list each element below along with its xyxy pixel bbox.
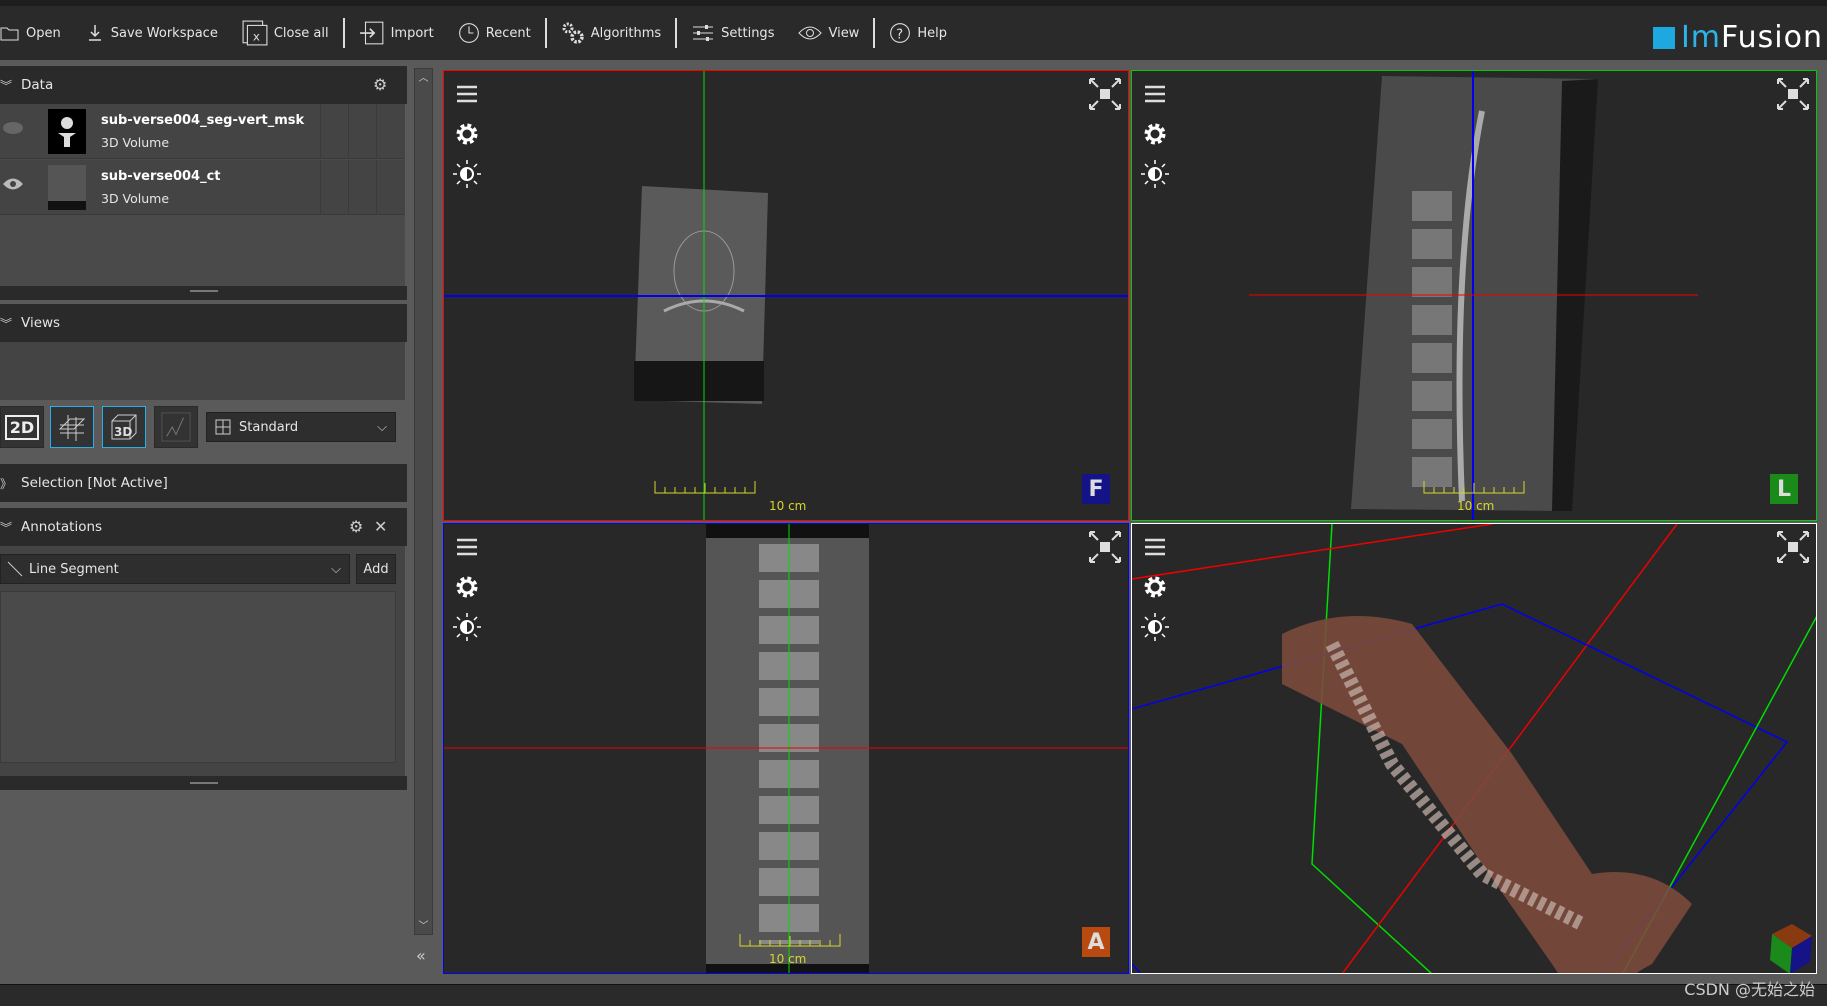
gear-icon[interactable] (452, 572, 482, 602)
separator (675, 18, 678, 48)
thumbnail (48, 165, 86, 210)
left-panel-scrollbar[interactable]: ︿ ﹀ (414, 68, 433, 935)
maximize-icon[interactable] (1088, 77, 1122, 111)
views-panel-header[interactable]: ︾ Views (0, 304, 407, 342)
import-icon (359, 21, 383, 45)
data-item[interactable]: sub-verse004_seg-vert_msk 3D Volume (0, 104, 405, 159)
thumbnail (48, 109, 86, 154)
viewport-3d[interactable] (1131, 523, 1817, 974)
svg-text:x: x (253, 30, 260, 44)
orientation-cube[interactable] (1758, 907, 1808, 967)
orientation-badge: L (1770, 474, 1798, 504)
imfusion-logo: ImFusion (1652, 20, 1823, 55)
maximize-icon[interactable] (1776, 530, 1810, 564)
separator (544, 18, 547, 48)
line-segment-icon (7, 561, 23, 577)
selection-panel-header[interactable]: 》 Selection [Not Active] (0, 464, 407, 502)
viewport-axial[interactable]: 10 cm F (443, 70, 1129, 521)
gear-icon[interactable] (1140, 572, 1170, 602)
brightness-contrast-icon[interactable] (452, 159, 482, 189)
menu-icon[interactable] (1140, 532, 1170, 562)
maximize-icon[interactable] (1088, 530, 1122, 564)
folder-icon (0, 27, 19, 41)
splitter[interactable] (0, 286, 407, 300)
menu-icon[interactable] (452, 79, 482, 109)
save-workspace-button[interactable]: Save Workspace (73, 13, 230, 53)
axial-image (444, 71, 1128, 520)
close-all-button[interactable]: x Close all (230, 13, 341, 53)
annotation-tool-dropdown[interactable]: Line Segment ⌵ (0, 554, 350, 584)
eye-hidden-icon[interactable] (2, 121, 24, 135)
gears-icon (562, 22, 584, 44)
scale-bar-label: 10 cm (769, 499, 807, 513)
collapse-panel-button[interactable]: « (416, 946, 426, 965)
sliders-icon (693, 25, 714, 41)
close-all-icon: x (242, 20, 268, 46)
svg-text:?: ? (896, 28, 903, 43)
viewport-coronal[interactable]: 10 cm A (443, 523, 1129, 974)
view-button[interactable]: View (786, 13, 871, 53)
chevron-down-icon: ⌵ (331, 561, 341, 577)
clock-icon (458, 23, 479, 43)
status-bar (0, 984, 1827, 1006)
main-toolbar: Open Save Workspace x Close all Import Re… (0, 0, 1827, 60)
scale-bar-label: 10 cm (1457, 499, 1495, 513)
orientation-badge: F (1082, 474, 1110, 504)
menu-icon[interactable] (452, 532, 482, 562)
separator (873, 18, 876, 48)
viewport-sagittal[interactable]: 10 cm L (1131, 70, 1817, 521)
brightness-contrast-icon[interactable] (1140, 612, 1170, 642)
open-button[interactable]: Open (0, 13, 73, 53)
orientation-badge: A (1082, 927, 1110, 957)
recent-button[interactable]: Recent (446, 13, 543, 53)
close-icon[interactable]: ✕ (374, 517, 387, 536)
scale-bar-label: 10 cm (769, 952, 807, 966)
brightness-contrast-icon[interactable] (452, 612, 482, 642)
collapse-chevron-icon[interactable]: ︾ (0, 77, 12, 94)
maximize-icon[interactable] (1776, 77, 1810, 111)
3d-image (1132, 524, 1816, 973)
help-button[interactable]: ? Help (877, 13, 959, 53)
add-annotation-button[interactable]: Add (356, 554, 396, 584)
separator (342, 18, 345, 48)
algorithms-button[interactable]: Algorithms (549, 13, 673, 53)
settings-button[interactable]: Settings (679, 13, 786, 53)
sagittal-image (1249, 71, 1698, 520)
gear-icon[interactable]: ⚙ (349, 517, 363, 536)
annotation-list (0, 591, 396, 763)
gear-icon[interactable] (1140, 119, 1170, 149)
annotations-panel-header[interactable]: ︾ Annotations ⚙ ✕ (0, 508, 407, 546)
import-button[interactable]: Import (347, 13, 446, 53)
splitter[interactable] (0, 776, 407, 790)
gear-icon[interactable] (452, 119, 482, 149)
eye-icon (798, 26, 823, 40)
menu-icon[interactable] (1140, 79, 1170, 109)
data-panel-header[interactable]: ︾ Data ⚙ (0, 66, 407, 104)
left-panel: ︾ Data ⚙ sub-verse004_seg-vert_msk 3D Volu… (0, 60, 407, 984)
watermark: CSDN @无始之始 (1684, 980, 1815, 999)
eye-icon[interactable] (2, 177, 24, 191)
gear-icon[interactable]: ⚙ (373, 75, 387, 94)
help-icon: ? (890, 23, 911, 43)
coronal-image (444, 524, 1128, 973)
data-item[interactable]: sub-verse004_ct 3D Volume (0, 160, 405, 215)
download-icon (88, 25, 101, 41)
brightness-contrast-icon[interactable] (1140, 159, 1170, 189)
